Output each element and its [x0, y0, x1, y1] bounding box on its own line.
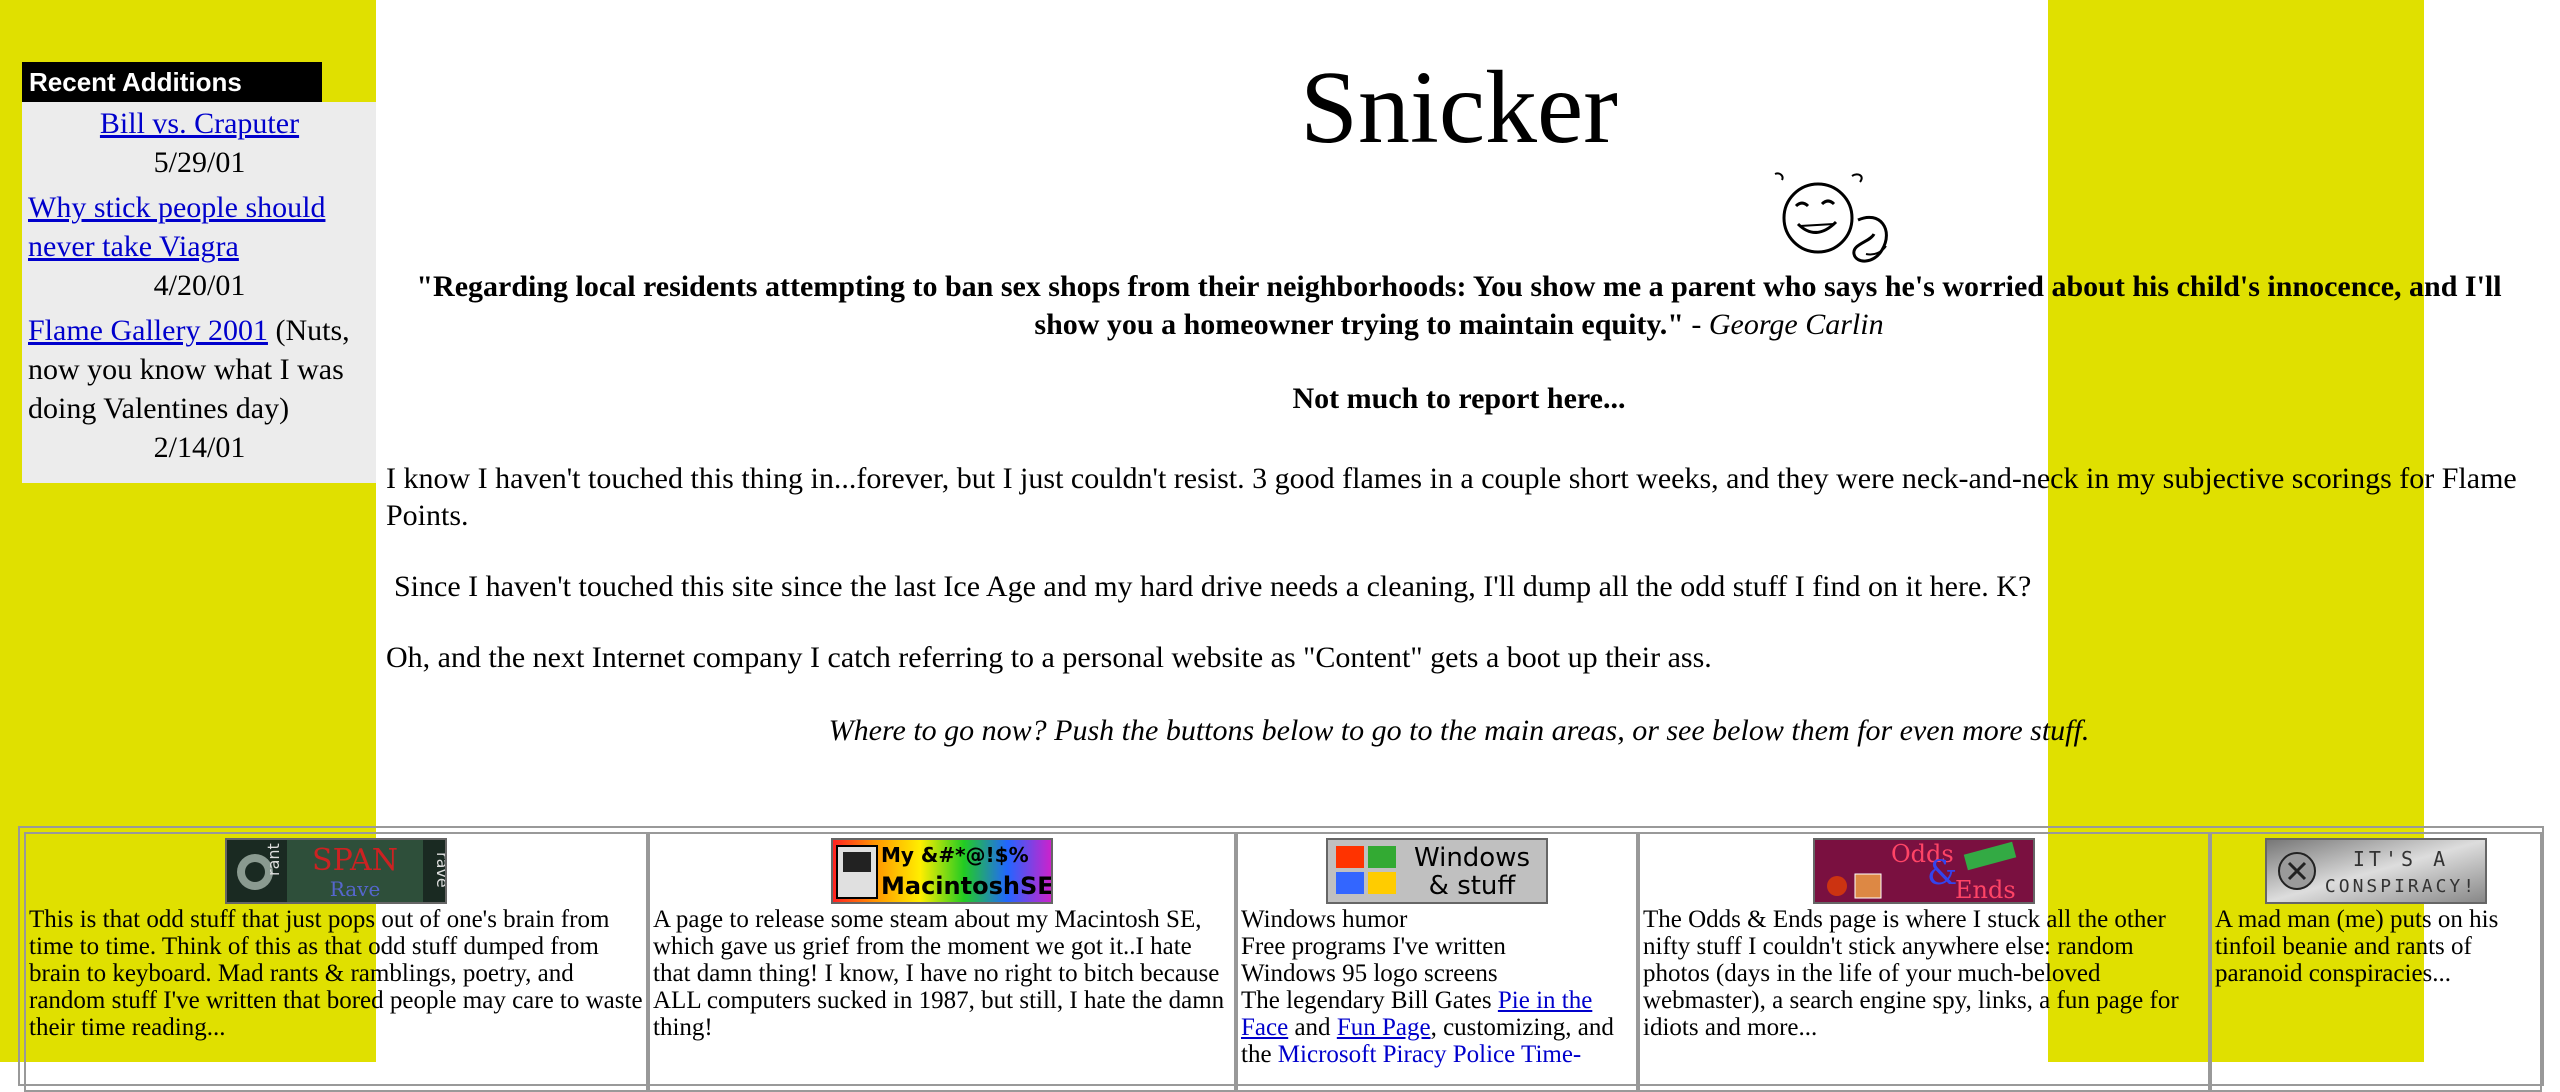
windows-cell: Windows & stuff Windows humor Free progr…	[1236, 832, 1638, 1092]
windows-line-humor: Windows humor	[1241, 906, 1408, 933]
macintosh-button-icon: My &#*@!$% MacintoshSE	[833, 840, 1051, 902]
conspiracy-cell: IT'S A CONSPIRACY! A mad man (me) puts o…	[2210, 832, 2542, 1092]
odds-text-3: Ends	[1955, 876, 2016, 902]
rant-rave-button-icon: rant rave SPAN Rave	[227, 840, 445, 902]
quote-text: "Regarding local residents attempting to…	[416, 270, 2502, 341]
windows-button-icon: Windows & stuff	[1328, 840, 1546, 902]
conspiracy-text-1: IT'S A	[2353, 847, 2449, 871]
rant-rave-cell: rant rave SPAN Rave This is that odd stu…	[24, 832, 648, 1092]
windows-and-text: and	[1288, 1014, 1337, 1041]
conspiracy-description: A mad man (me) puts on his tinfoil beani…	[2215, 906, 2499, 987]
odds-ends-button[interactable]: Odds & Ends	[1813, 838, 2035, 904]
recent-link-flame-gallery[interactable]: Flame Gallery 2001	[28, 314, 268, 347]
recent-link-viagra[interactable]: Why stick people should never take Viagr…	[28, 191, 325, 263]
recent-item-date: 4/20/01	[153, 269, 246, 302]
odds-ends-cell: Odds & Ends The Odds & Ends page is wher…	[1638, 832, 2210, 1092]
recent-link-bill-vs-craputer[interactable]: Bill vs. Craputer	[100, 107, 299, 140]
mac-top-text: My &#*@!$%	[881, 843, 1029, 867]
snickering-face-icon	[1774, 172, 1888, 263]
rant-rave-button[interactable]: rant rave SPAN Rave	[225, 838, 447, 904]
macintosh-description: A page to release some steam about my Ma…	[653, 906, 1225, 1041]
carlin-quote: "Regarding local residents attempting to…	[384, 268, 2534, 344]
recent-item: Bill vs. Craputer 5/29/01	[28, 104, 371, 182]
site-title: Snicker	[1300, 50, 1618, 165]
recent-item: Flame Gallery 2001 (Nuts, now you know w…	[28, 311, 371, 467]
fun-page-link[interactable]: Fun Page	[1337, 1014, 1431, 1041]
conspiracy-button-icon: IT'S A CONSPIRACY!	[2267, 840, 2485, 902]
recent-item-date: 2/14/01	[153, 431, 246, 464]
rant-side-text: rant	[264, 843, 283, 876]
piracy-police-link[interactable]: Microsoft Piracy Police Time-	[1278, 1041, 1581, 1068]
recent-additions-sidebar: Recent Additions Bill vs. Craputer 5/29/…	[22, 62, 376, 483]
quote-attribution: - George Carlin	[1683, 308, 1884, 341]
intro-paragraph: I know I haven't touched this thing in..…	[386, 462, 2517, 532]
windows-gates-text: The legendary Bill Gates	[1241, 987, 1498, 1014]
report-subhead: Not much to report here...	[1292, 382, 1626, 415]
odds-ends-button-icon: Odds & Ends	[1815, 840, 2033, 902]
sidebar-body: Bill vs. Craputer 5/29/01 Why stick peop…	[22, 102, 376, 483]
windows-text-1: Windows	[1414, 843, 1530, 873]
section-buttons-table: rant rave SPAN Rave This is that odd stu…	[18, 826, 2544, 1092]
navigation-hint: Where to go now? Push the buttons below …	[828, 714, 2090, 747]
windows-button[interactable]: Windows & stuff	[1326, 838, 1548, 904]
windows-line-programs: Free programs I've written	[1241, 933, 1506, 960]
windows-line-logos: Windows 95 logo screens	[1241, 960, 1498, 987]
cleanup-paragraph: Since I haven't touched this site since …	[394, 570, 2032, 603]
mac-bottom-text: MacintoshSE	[881, 872, 1051, 900]
rave-side-text: rave	[433, 852, 445, 888]
conspiracy-button[interactable]: IT'S A CONSPIRACY!	[2265, 838, 2487, 904]
odds-text-2: &	[1927, 853, 1957, 893]
sidebar-heading: Recent Additions	[22, 62, 322, 102]
content-paragraph: Oh, and the next Internet company I catc…	[386, 641, 1712, 674]
macintosh-button[interactable]: My &#*@!$% MacintoshSE	[831, 838, 1053, 904]
rant-sub-text: Rave	[330, 877, 381, 901]
rant-rave-description: This is that odd stuff that just pops ou…	[29, 906, 643, 1041]
windows-line-gates: The legendary Bill Gates Pie in the Face…	[1241, 987, 1633, 1068]
recent-item-date: 5/29/01	[153, 146, 246, 179]
macintosh-cell: My &#*@!$% MacintoshSE A page to release…	[648, 832, 1236, 1092]
odds-ends-description: The Odds & Ends page is where I stuck al…	[1643, 906, 2179, 1041]
recent-item: Why stick people should never take Viagr…	[28, 188, 371, 305]
rant-main-text: SPAN	[312, 843, 398, 878]
conspiracy-text-2: CONSPIRACY!	[2325, 876, 2477, 897]
windows-text-2: & stuff	[1429, 871, 1517, 901]
